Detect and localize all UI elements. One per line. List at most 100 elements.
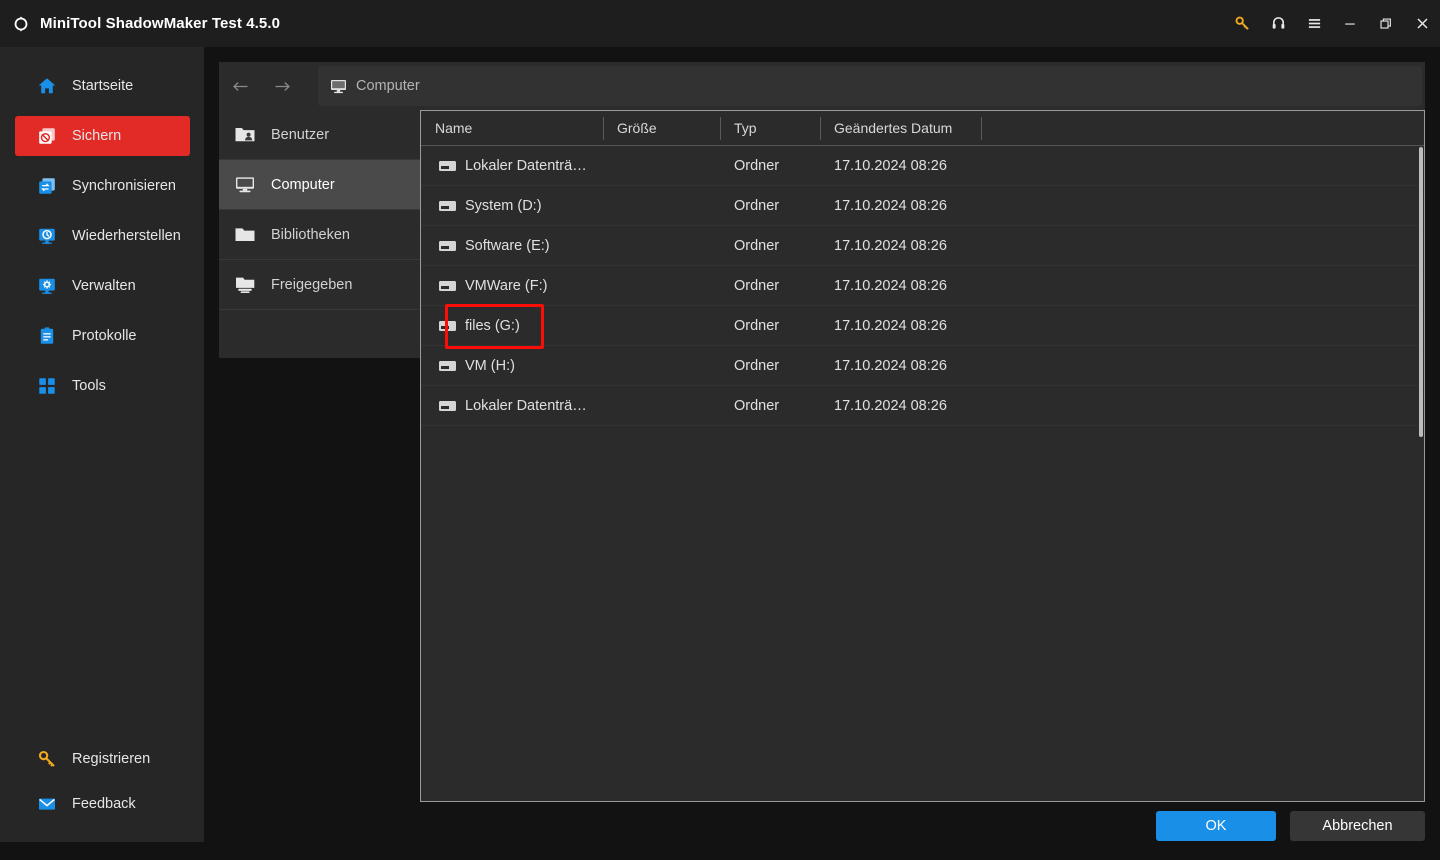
- sidebar-item-label: Wiederherstellen: [72, 228, 181, 244]
- file-name-text: Lokaler Datenträ…: [465, 157, 587, 174]
- ok-button[interactable]: OK: [1156, 811, 1276, 841]
- tree-item-computer[interactable]: Computer: [219, 160, 422, 210]
- restore-icon: [37, 226, 57, 246]
- column-header-size[interactable]: Größe: [603, 111, 720, 146]
- sidebar-item-synchronisieren[interactable]: Synchronisieren: [15, 166, 190, 206]
- close-button-icon[interactable]: [1404, 0, 1440, 47]
- computer-icon: [330, 78, 347, 95]
- sidebar-bottom-list: Registrieren Feedback: [0, 739, 204, 829]
- file-list-header: Name Größe Typ Geändertes Datum: [421, 111, 1424, 146]
- file-type-cell: Ordner: [734, 397, 780, 414]
- sidebar: Startseite Sichern Synchronisieren Wiede…: [0, 47, 204, 842]
- dialog-footer: OK Abbrechen: [204, 802, 1440, 860]
- column-header-spacer: [981, 111, 1424, 146]
- column-header-name[interactable]: Name: [421, 111, 603, 146]
- location-tree-panel: Benutzer Computer Bibliotheken Freigegeb…: [219, 110, 423, 358]
- shared-folder-icon: [234, 275, 256, 294]
- file-size-cell: [603, 306, 720, 346]
- drive-icon: [439, 320, 456, 331]
- file-name-cell: System (D:): [421, 186, 603, 226]
- file-date-cell: 17.10.2024 08:26: [834, 317, 947, 334]
- minimize-button-icon[interactable]: [1332, 0, 1368, 47]
- file-date-cell: 17.10.2024 08:26: [834, 397, 947, 414]
- arrow-left-icon[interactable]: [219, 62, 261, 110]
- computer-icon: [234, 175, 256, 194]
- table-row-files-g[interactable]: files (G:) Ordner 17.10.2024 08:26: [421, 306, 1424, 346]
- column-header-type[interactable]: Typ: [720, 111, 820, 146]
- path-value: Computer: [356, 78, 420, 94]
- menu-hamburger-icon[interactable]: [1296, 0, 1332, 47]
- table-row[interactable]: System (D:) Ordner 17.10.2024 08:26: [421, 186, 1424, 226]
- path-input[interactable]: Computer: [318, 66, 1422, 106]
- file-date-cell: 17.10.2024 08:26: [834, 237, 947, 254]
- file-date-cell: 17.10.2024 08:26: [834, 357, 947, 374]
- mail-icon: [37, 794, 57, 814]
- file-size-cell: [603, 146, 720, 186]
- minitool-logo-icon: [12, 15, 30, 33]
- home-icon: [37, 76, 57, 96]
- key-icon: [37, 749, 57, 769]
- tree-item-label: Freigegeben: [271, 276, 353, 293]
- column-header-date[interactable]: Geändertes Datum: [820, 111, 981, 146]
- file-date-cell: 17.10.2024 08:26: [834, 157, 947, 174]
- file-date-cell: 17.10.2024 08:26: [834, 277, 947, 294]
- file-size-cell: [603, 226, 720, 266]
- tree-item-benutzer[interactable]: Benutzer: [219, 110, 422, 160]
- sidebar-item-sichern[interactable]: Sichern: [15, 116, 190, 156]
- file-name-cell: files (G:): [421, 306, 603, 346]
- sidebar-item-label: Sichern: [72, 128, 122, 144]
- table-row[interactable]: Lokaler Datenträ… Ordner 17.10.2024 08:2…: [421, 146, 1424, 186]
- sidebar-nav-list: Startseite Sichern Synchronisieren Wiede…: [0, 47, 204, 406]
- file-name-text: Software (E:): [465, 237, 550, 254]
- file-type-cell: Ordner: [734, 277, 780, 294]
- drive-icon: [439, 160, 456, 171]
- scrollbar-thumb[interactable]: [1419, 147, 1423, 437]
- support-headset-icon[interactable]: [1260, 0, 1296, 47]
- backup-icon: [37, 126, 57, 146]
- sidebar-item-label: Verwalten: [72, 278, 136, 294]
- sidebar-item-label: Tools: [72, 378, 106, 394]
- file-name-cell: VM (H:): [421, 346, 603, 386]
- drive-icon: [439, 400, 456, 411]
- sidebar-item-tools[interactable]: Tools: [15, 366, 190, 406]
- sidebar-item-registrieren[interactable]: Registrieren: [15, 739, 190, 779]
- sidebar-item-label: Synchronisieren: [72, 178, 176, 194]
- table-row[interactable]: VMWare (F:) Ordner 17.10.2024 08:26: [421, 266, 1424, 306]
- file-name-cell: VMWare (F:): [421, 266, 603, 306]
- table-row[interactable]: Lokaler Datenträ… Ordner 17.10.2024 08:2…: [421, 386, 1424, 426]
- sidebar-item-label: Startseite: [72, 78, 134, 94]
- sidebar-item-startseite[interactable]: Startseite: [15, 66, 190, 106]
- file-size-cell: [603, 266, 720, 306]
- sidebar-item-verwalten[interactable]: Verwalten: [15, 266, 190, 306]
- main-content: Computer Benutzer Computer Bibliotheken …: [204, 47, 1440, 860]
- vertical-scrollbar[interactable]: [1419, 147, 1423, 801]
- sidebar-item-label: Registrieren: [72, 751, 151, 767]
- file-list-panel: Name Größe Typ Geändertes Datum Lokaler …: [420, 110, 1425, 802]
- file-name-cell: Lokaler Datenträ…: [421, 146, 603, 186]
- drive-icon: [439, 200, 456, 211]
- arrow-right-icon[interactable]: [261, 62, 303, 110]
- file-name-cell: Lokaler Datenträ…: [421, 386, 603, 426]
- tree-item-label: Bibliotheken: [271, 226, 350, 243]
- table-row[interactable]: Software (E:) Ordner 17.10.2024 08:26: [421, 226, 1424, 266]
- tree-item-bibliotheken[interactable]: Bibliotheken: [219, 210, 422, 260]
- tree-item-label: Computer: [271, 176, 335, 193]
- sidebar-item-feedback[interactable]: Feedback: [15, 784, 190, 824]
- table-row[interactable]: VM (H:) Ordner 17.10.2024 08:26: [421, 346, 1424, 386]
- browser-navigation-bar: Computer: [219, 62, 1425, 110]
- sidebar-item-wiederherstellen[interactable]: Wiederherstellen: [15, 216, 190, 256]
- logs-icon: [37, 326, 57, 346]
- cancel-button[interactable]: Abbrechen: [1290, 811, 1425, 841]
- sidebar-item-label: Protokolle: [72, 328, 137, 344]
- file-name-text: VMWare (F:): [465, 277, 548, 294]
- file-type-cell: Ordner: [734, 317, 780, 334]
- application-window: MiniTool ShadowMaker Test 4.5.0 Startsei…: [0, 0, 1440, 860]
- file-name-text: System (D:): [465, 197, 542, 214]
- license-key-icon[interactable]: [1224, 0, 1260, 47]
- tree-item-freigegeben[interactable]: Freigegeben: [219, 260, 422, 310]
- restore-button-icon[interactable]: [1368, 0, 1404, 47]
- folder-icon: [234, 225, 256, 244]
- sidebar-item-protokolle[interactable]: Protokolle: [15, 316, 190, 356]
- file-list-rows: Lokaler Datenträ… Ordner 17.10.2024 08:2…: [421, 146, 1424, 426]
- file-size-cell: [603, 346, 720, 386]
